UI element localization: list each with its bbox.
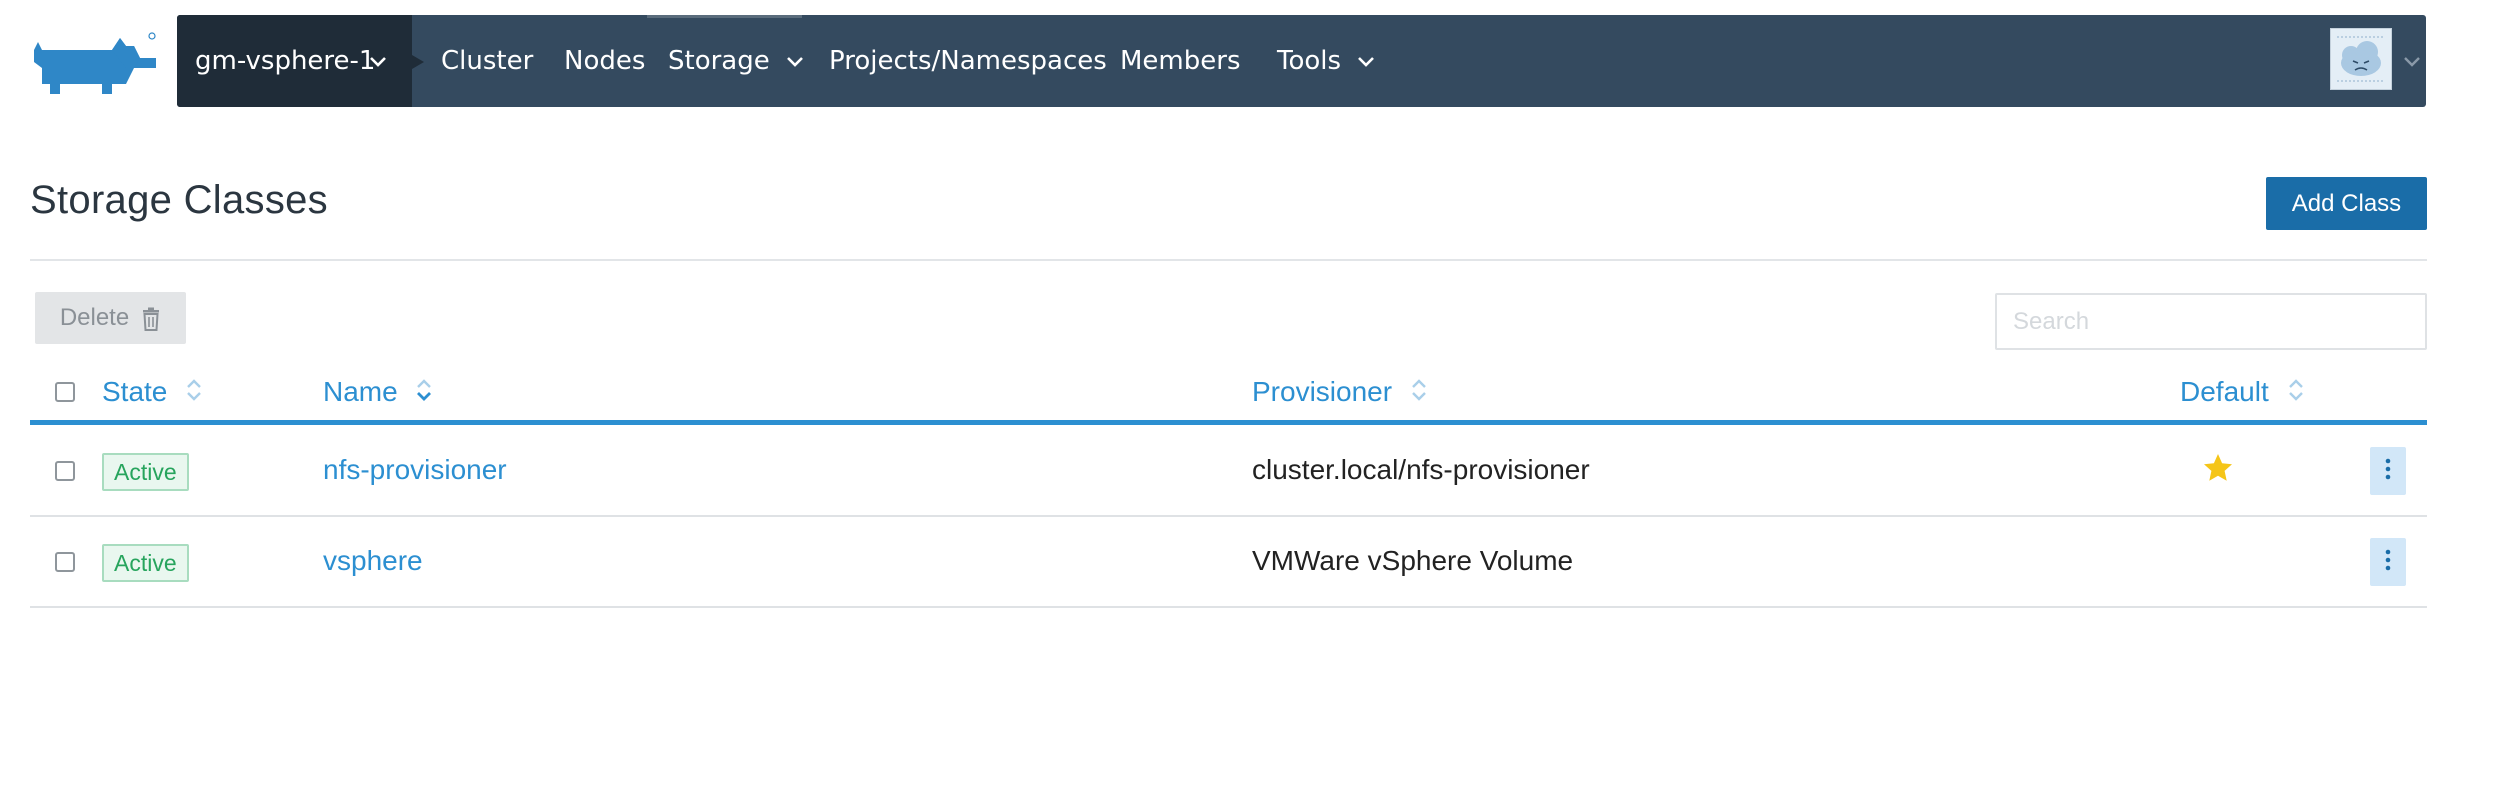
nav-tools[interactable]: Tools xyxy=(1277,15,1375,107)
nav-cluster-label: Cluster xyxy=(441,46,534,76)
add-class-button[interactable]: Add Class xyxy=(2266,177,2427,230)
page-title: Storage Classes xyxy=(30,178,328,222)
top-nav: gm-vsphere-1 Cluster Nodes Storage Proje… xyxy=(177,15,2426,107)
nav-members-label: Members xyxy=(1120,46,1241,76)
nav-cluster[interactable]: Cluster xyxy=(441,15,533,107)
provisioner-cell: cluster.local/nfs-provisioner xyxy=(1252,454,1590,485)
delete-button-label: Delete xyxy=(59,304,130,331)
storage-class-link[interactable]: vsphere xyxy=(323,545,423,577)
chevron-down-icon xyxy=(2403,51,2421,70)
storage-class-link[interactable]: nfs-provisioner xyxy=(323,454,507,486)
sort-icon xyxy=(185,374,203,414)
cluster-switcher[interactable]: gm-vsphere-1 xyxy=(177,15,424,107)
sort-icon xyxy=(415,374,433,414)
row-divider xyxy=(30,606,2427,608)
nav-projects-label: Projects/Namespaces xyxy=(829,46,1107,76)
nav-storage[interactable]: Storage xyxy=(668,15,804,107)
nav-nodes[interactable]: Nodes xyxy=(564,15,645,107)
cluster-name: gm-vsphere-1 xyxy=(195,46,376,76)
nav-members[interactable]: Members xyxy=(1120,15,1241,107)
sort-icon xyxy=(1410,374,1428,414)
column-header-provisioner[interactable]: Provisioner xyxy=(1252,372,1428,412)
kebab-menu-icon xyxy=(2385,458,2391,484)
search-input[interactable] xyxy=(1995,293,2427,350)
row-checkbox[interactable] xyxy=(55,552,75,572)
row-actions-button[interactable] xyxy=(2370,447,2406,495)
user-avatar[interactable] xyxy=(2330,28,2392,90)
trash-icon xyxy=(141,304,161,332)
chevron-down-icon xyxy=(369,15,387,107)
star-icon xyxy=(2202,452,2234,484)
select-all-checkbox[interactable] xyxy=(55,382,75,402)
row-actions-button[interactable] xyxy=(2370,538,2406,586)
row-divider xyxy=(30,515,2427,517)
column-header-default[interactable]: Default xyxy=(2180,372,2305,412)
column-header-label: State xyxy=(102,376,168,407)
nav-pointer xyxy=(412,55,424,69)
status-badge: Active xyxy=(102,544,189,582)
nav-projects-namespaces[interactable]: Projects/Namespaces xyxy=(829,15,1107,107)
column-header-state[interactable]: State xyxy=(102,372,203,412)
status-badge: Active xyxy=(102,453,189,491)
kebab-menu-icon xyxy=(2385,549,2391,575)
row-checkbox[interactable] xyxy=(55,461,75,481)
table-header-rule xyxy=(30,420,2427,425)
sort-icon xyxy=(2287,374,2305,414)
provisioner-cell: VMWare vSphere Volume xyxy=(1252,545,1574,576)
column-header-label: Provisioner xyxy=(1252,376,1393,407)
chevron-down-icon xyxy=(786,15,804,107)
user-menu-caret[interactable] xyxy=(2403,15,2421,107)
rancher-logo[interactable] xyxy=(28,28,156,96)
nav-storage-label: Storage xyxy=(668,46,770,76)
column-header-label: Default xyxy=(2180,376,2269,407)
delete-button[interactable]: Delete xyxy=(35,292,186,344)
divider xyxy=(30,259,2427,261)
nav-tools-label: Tools xyxy=(1277,46,1342,76)
column-header-label: Name xyxy=(323,376,398,407)
chevron-down-icon xyxy=(1357,15,1375,107)
column-header-name[interactable]: Name xyxy=(323,372,433,412)
nav-nodes-label: Nodes xyxy=(564,46,646,76)
